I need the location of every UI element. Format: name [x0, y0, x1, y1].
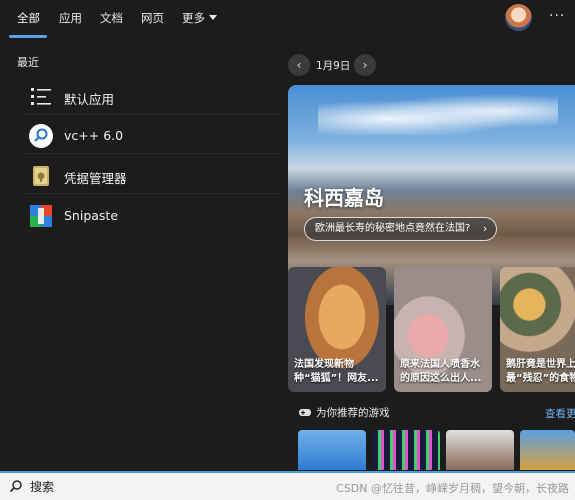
view-more-games-link[interactable]: 查看更多 [545, 406, 575, 421]
recent-item-label: Snipaste [64, 208, 119, 223]
games-section-title: 为你推荐的游戏 [316, 407, 390, 419]
game-tile-adventure[interactable] [520, 430, 575, 470]
game-tile-code-lab[interactable] [446, 430, 514, 470]
recent-item-label: vc++ 6.0 [64, 128, 124, 143]
search-highlights-panel: ‹ 1月9日 › 科西嘉岛 欧洲最长寿的秘密地点竟然在法国? › 法国发现新物 … [288, 48, 575, 470]
more-options-icon[interactable]: ··· [549, 8, 569, 24]
hero-title: 科西嘉岛 [304, 186, 384, 210]
recent-item-credential-manager[interactable]: 凭据管理器 [22, 158, 280, 194]
recent-item-vcpp[interactable]: vc++ 6.0 [22, 118, 280, 154]
news-card-cat-fox[interactable]: 法国发现新物 种“猫狐”！网友... [288, 267, 386, 392]
recent-section-title: 最近 [17, 56, 39, 69]
card-title: 法国发现新物 种“猫狐”！网友... [294, 359, 379, 384]
card-title: 原来法国人喷香水 的原因这么出人... [400, 359, 482, 384]
news-card-perfume[interactable]: 原来法国人喷香水 的原因这么出人... [394, 267, 492, 392]
search-icon [9, 480, 22, 493]
snipaste-icon [30, 205, 52, 227]
hero-image [318, 95, 558, 135]
hero-subtitle-link[interactable]: 欧洲最长寿的秘密地点竟然在法国? › [304, 217, 498, 241]
game-controller-icon [299, 409, 311, 416]
game-tile-bricks[interactable] [372, 430, 440, 470]
game-tile-snowman[interactable] [298, 430, 366, 470]
tab-more-label: 更多 [182, 11, 205, 25]
recent-item-label: 凭据管理器 [64, 171, 127, 186]
watermark: CSDN @忆往昔，峥嵘岁月稠，望今朝，长夜路 [336, 482, 569, 495]
recent-item-label: 默认应用 [64, 92, 115, 107]
avatar[interactable] [505, 4, 532, 31]
card-title: 鹅肝竟是世界上 最“残忍”的食物 [506, 359, 575, 384]
news-card-foie-gras[interactable]: 鹅肝竟是世界上 最“残忍”的食物 [500, 267, 575, 392]
active-tab-indicator [9, 35, 47, 38]
chevron-right-icon: › [482, 222, 488, 235]
tab-apps[interactable]: 应用 [59, 10, 82, 30]
tab-more[interactable]: 更多 [182, 10, 217, 30]
settings-list-icon [31, 88, 51, 105]
tab-documents[interactable]: 文档 [100, 10, 123, 30]
chevron-down-icon [209, 15, 217, 20]
search-input[interactable]: 搜索 [30, 478, 54, 495]
recent-item-default-apps[interactable]: 默认应用 [22, 79, 280, 115]
search-bar[interactable]: 搜索 CSDN @忆往昔，峥嵘岁月稠，望今朝，长夜路 [0, 471, 575, 500]
credential-safe-icon [33, 166, 49, 186]
previous-day-button[interactable]: ‹ [288, 54, 310, 76]
tab-all[interactable]: 全部 [17, 10, 40, 30]
search-circle-icon [29, 124, 53, 148]
recent-item-snipaste[interactable]: Snipaste [22, 198, 280, 234]
tab-web[interactable]: 网页 [141, 10, 164, 30]
top-tab-bar: 全部 应用 文档 网页 更多 ··· [0, 0, 575, 40]
highlights-date: 1月9日 [316, 60, 351, 72]
next-day-button[interactable]: › [354, 54, 376, 76]
hero-subtitle: 欧洲最长寿的秘密地点竟然在法国? [315, 223, 471, 234]
